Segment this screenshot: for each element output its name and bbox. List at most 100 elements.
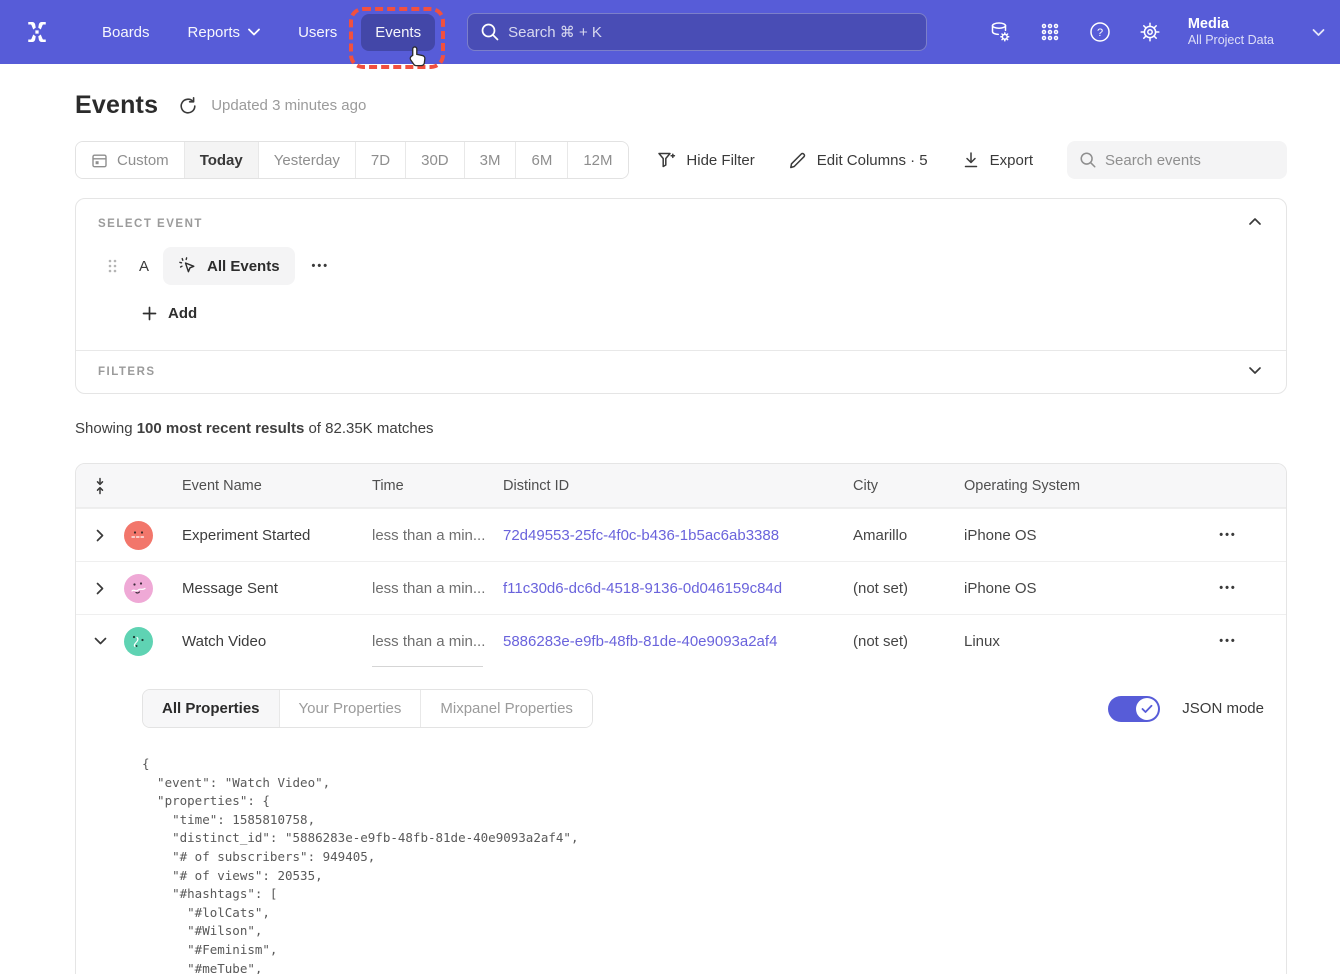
collapse-all-rows-icon[interactable] <box>76 477 124 495</box>
select-event-label: SELECT EVENT <box>98 218 1264 230</box>
edit-columns-label: Edit Columns · 5 <box>817 152 928 169</box>
cell-distinct-id-link[interactable]: f11c30d6-dc6d-4518-9136-0d046159c84d <box>503 580 853 597</box>
add-event-button[interactable]: Add <box>142 305 197 322</box>
row-more-menu[interactable]: ••• <box>1219 635 1237 647</box>
cell-event-name: Message Sent <box>182 580 372 597</box>
check-icon <box>1141 704 1153 714</box>
expand-section-icon[interactable] <box>1244 362 1266 379</box>
cell-time: less than a min... <box>372 509 503 561</box>
help-icon[interactable]: ? <box>1088 20 1112 44</box>
nav-item-label: Users <box>298 24 337 41</box>
column-header-distinct-id[interactable]: Distinct ID <box>503 478 853 494</box>
cell-time: less than a min... <box>372 615 503 667</box>
cell-city: Amarillo <box>853 527 964 544</box>
nav-item-users[interactable]: Users <box>284 14 351 51</box>
mixpanel-logo-icon[interactable] <box>22 17 52 47</box>
edit-columns-button[interactable]: Edit Columns · 5 <box>789 151 928 169</box>
nav-item-boards[interactable]: Boards <box>88 14 164 51</box>
json-mode-toggle[interactable] <box>1108 696 1160 722</box>
global-search-input[interactable] <box>467 13 927 51</box>
table-row: Experiment Started less than a min... 72… <box>76 508 1286 561</box>
project-switcher[interactable]: Media All Project Data <box>1188 15 1274 49</box>
plus-icon <box>142 306 157 321</box>
nav-item-label: Events <box>375 24 421 41</box>
date-range-label: Custom <box>117 152 169 169</box>
cell-event-name: Watch Video <box>182 633 372 650</box>
drag-handle-icon[interactable] <box>107 258 117 274</box>
filters-section-header[interactable]: FILTERS <box>76 350 1286 393</box>
results-summary: Showing 100 most recent results of 82.35… <box>75 420 1287 437</box>
nav-item-label: Boards <box>102 24 150 41</box>
column-header-time[interactable]: Time <box>372 478 503 494</box>
summary-prefix: Showing <box>75 420 137 437</box>
refresh-icon[interactable] <box>178 96 198 116</box>
updated-timestamp: Updated 3 minutes ago <box>211 97 366 114</box>
date-range-3m[interactable]: 3M <box>464 142 516 178</box>
date-range-label: 6M <box>531 152 552 169</box>
event-avatar <box>124 521 153 550</box>
column-header-os[interactable]: Operating System <box>964 478 1170 494</box>
column-header-city[interactable]: City <box>853 478 964 494</box>
date-range-7d[interactable]: 7D <box>355 142 405 178</box>
settings-gear-icon[interactable] <box>1138 20 1162 44</box>
row-more-menu[interactable]: ••• <box>1219 529 1237 541</box>
date-range-label: Today <box>200 152 243 169</box>
collapse-row-icon[interactable] <box>76 637 124 645</box>
hide-filter-button[interactable]: Hide Filter <box>657 151 754 169</box>
properties-tabs: All Properties Your Properties Mixpanel … <box>142 689 593 728</box>
tab-all-properties[interactable]: All Properties <box>143 690 279 727</box>
tab-label: Mixpanel Properties <box>440 700 573 717</box>
date-range-today[interactable]: Today <box>184 142 258 178</box>
row-more-menu[interactable]: ••• <box>1219 582 1237 594</box>
cell-os: iPhone OS <box>964 527 1170 544</box>
funnel-icon <box>657 151 676 169</box>
tab-your-properties[interactable]: Your Properties <box>279 690 421 727</box>
project-scope: All Project Data <box>1188 33 1274 49</box>
event-chip-label: All Events <box>207 258 280 275</box>
cursor-hand-icon <box>407 45 429 74</box>
add-label: Add <box>168 305 197 322</box>
date-range-30d[interactable]: 30D <box>405 142 464 178</box>
magic-cursor-icon <box>178 256 198 276</box>
date-range-custom[interactable]: Custom <box>76 142 184 178</box>
event-selector-chip[interactable]: All Events <box>163 247 295 285</box>
export-label: Export <box>990 152 1033 169</box>
expand-row-icon[interactable] <box>76 582 124 595</box>
search-events-input[interactable] <box>1067 141 1287 179</box>
chevron-down-icon <box>248 28 260 36</box>
cell-city: (not set) <box>853 633 964 650</box>
hide-filter-label: Hide Filter <box>686 152 754 169</box>
query-builder-card: SELECT EVENT A <box>75 198 1287 394</box>
search-icon <box>1079 151 1097 174</box>
step-letter: A <box>139 258 149 275</box>
cell-event-name: Experiment Started <box>182 527 372 544</box>
primary-nav: Boards Reports Users Events <box>88 14 435 51</box>
apps-grid-icon[interactable] <box>1038 20 1062 44</box>
expand-row-icon[interactable] <box>76 529 124 542</box>
calendar-icon <box>91 152 108 169</box>
export-button[interactable]: Export <box>962 151 1033 169</box>
search-icon <box>480 22 500 47</box>
date-range-12m[interactable]: 12M <box>567 142 627 178</box>
date-range-label: 12M <box>583 152 612 169</box>
top-navbar: Boards Reports Users Events <box>0 0 1340 64</box>
date-range-label: 7D <box>371 152 390 169</box>
event-more-menu[interactable]: ••• <box>312 260 330 272</box>
data-management-icon[interactable] <box>988 20 1012 44</box>
event-json-content: { "event": "Watch Video", "properties": … <box>142 755 1264 974</box>
page-title: Events <box>75 91 158 120</box>
cell-distinct-id-link[interactable]: 5886283e-e9fb-48fb-81de-40e9093a2af4 <box>503 633 853 650</box>
column-header-event-name[interactable]: Event Name <box>182 478 372 494</box>
cell-distinct-id-link[interactable]: 72d49553-25fc-4f0c-b436-1b5ac6ab3388 <box>503 527 853 544</box>
summary-suffix: of 82.35K matches <box>304 420 433 437</box>
nav-item-reports[interactable]: Reports <box>174 14 275 51</box>
tab-mixpanel-properties[interactable]: Mixpanel Properties <box>420 690 592 727</box>
date-range-6m[interactable]: 6M <box>515 142 567 178</box>
cell-os: iPhone OS <box>964 580 1170 597</box>
collapse-section-icon[interactable] <box>1244 213 1266 230</box>
date-range-label: 30D <box>421 152 449 169</box>
chevron-down-icon[interactable] <box>1312 28 1325 37</box>
table-header-row: Event Name Time Distinct ID City Operati… <box>76 464 1286 508</box>
date-range-yesterday[interactable]: Yesterday <box>258 142 355 178</box>
table-row-expanded: Watch Video less than a min... 5886283e-… <box>76 614 1286 667</box>
